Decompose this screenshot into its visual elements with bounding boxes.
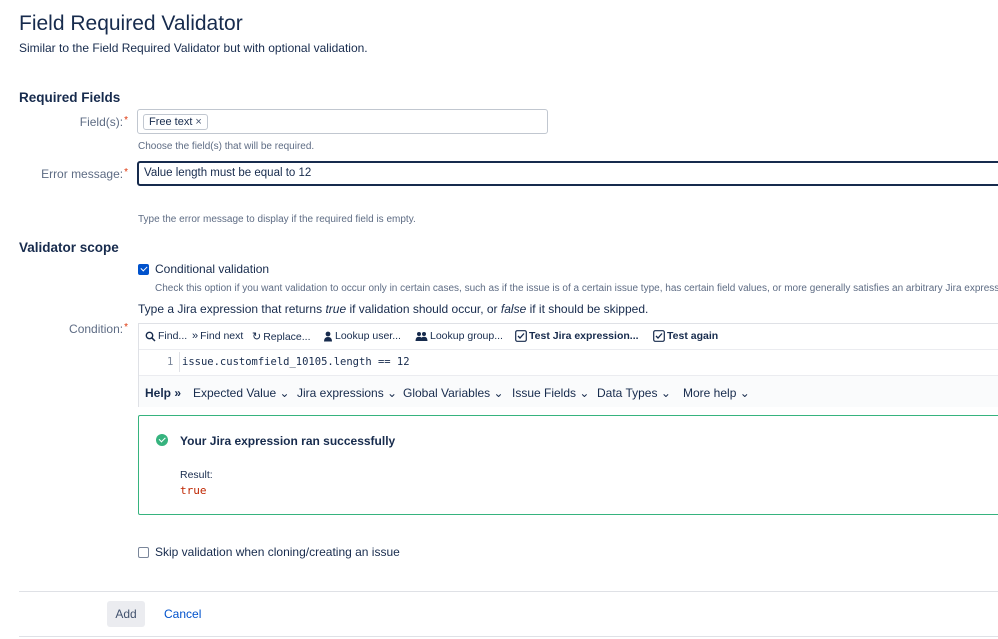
expression-editor: Find... » Find next ↻ Replace... Lookup … [138, 323, 998, 407]
search-icon [145, 331, 156, 342]
expression-result-panel: Your Jira expression ran successfully Re… [138, 415, 998, 515]
condition-label: Condition:* [0, 322, 128, 336]
chevron-down-icon: ⌄ [739, 386, 750, 400]
expected-value-menu[interactable]: Expected Value ⌄ [193, 386, 290, 400]
test-expression-button[interactable]: Test Jira expression... [515, 330, 639, 342]
find-next-label: Find next [200, 330, 244, 342]
line-number: 1 [167, 356, 174, 368]
error-message-input[interactable]: Value length must be equal to 12 [137, 161, 998, 186]
lookup-group-button[interactable]: Lookup group... [415, 330, 503, 342]
checklist-icon [515, 330, 527, 342]
remove-tag-icon[interactable]: × [195, 115, 201, 129]
editor-toolbar: Find... » Find next ↻ Replace... Lookup … [139, 324, 998, 350]
fields-help-text: Choose the field(s) that will be require… [138, 141, 315, 152]
result-value: true [180, 484, 207, 497]
more-help-label: More help [683, 386, 737, 400]
error-message-help-text: Type the error message to display if the… [138, 214, 416, 225]
footer-divider [19, 591, 998, 592]
skip-validation-option[interactable]: Skip validation when cloning/creating an… [138, 545, 400, 559]
field-tag-label: Free text [149, 116, 193, 128]
fields-label-text: Field(s): [79, 115, 124, 129]
gutter-divider [179, 352, 180, 372]
page-title: Field Required Validator [19, 12, 243, 35]
user-icon [324, 331, 332, 341]
prompt-after: if it should be skipped. [526, 302, 649, 316]
lookup-group-label: Lookup group... [430, 330, 503, 342]
chevron-down-icon: ⌄ [387, 386, 398, 400]
skip-validation-checkbox[interactable] [138, 546, 149, 558]
conditional-validation-checkbox[interactable] [138, 263, 149, 275]
fields-select[interactable]: Free text × [137, 109, 548, 134]
required-asterisk: * [124, 167, 128, 178]
data-types-menu[interactable]: Data Types ⌄ [597, 386, 671, 400]
find-label: Find... [158, 330, 188, 342]
chevron-down-icon: ⌄ [579, 386, 590, 400]
test-again-label: Test again [667, 330, 719, 342]
replace-button[interactable]: ↻ Replace... [252, 330, 311, 344]
group-icon [415, 331, 428, 341]
conditional-validation-help-text: Check this option if you want validation… [155, 283, 998, 294]
code-area[interactable]: 1 issue.customfield_10105.length == 12 [139, 350, 998, 374]
prompt-before: Type a Jira expression that returns [138, 302, 326, 316]
required-asterisk: * [124, 322, 128, 333]
expression-prompt: Type a Jira expression that returns true… [138, 302, 648, 316]
result-label: Result: [180, 469, 213, 481]
replace-icon: ↻ [252, 331, 262, 343]
result-title: Your Jira expression ran successfully [180, 434, 396, 448]
required-asterisk: * [124, 115, 128, 126]
prompt-middle: if validation should occur, or [346, 302, 501, 316]
more-help-menu[interactable]: More help ⌄ [683, 386, 750, 400]
global-variables-menu[interactable]: Global Variables ⌄ [403, 386, 504, 400]
global-variables-label: Global Variables [403, 386, 491, 400]
chevron-down-icon: ⌄ [493, 386, 504, 400]
test-expression-label: Test Jira expression... [529, 330, 639, 342]
jira-expressions-label: Jira expressions [297, 386, 384, 400]
error-message-label-text: Error message: [41, 167, 124, 181]
find-next-button[interactable]: » Find next [192, 330, 243, 342]
help-bar: Help » Expected Value ⌄ Jira expressions… [139, 375, 998, 407]
issue-fields-menu[interactable]: Issue Fields ⌄ [512, 386, 589, 400]
double-chevron-right-icon: » [174, 386, 182, 400]
prompt-true: true [325, 302, 347, 316]
issue-fields-label: Issue Fields [512, 386, 577, 400]
conditional-validation-label: Conditional validation [155, 262, 270, 276]
validator-scope-heading: Validator scope [19, 240, 119, 255]
skip-validation-label: Skip validation when cloning/creating an… [155, 545, 400, 559]
expected-value-label: Expected Value [193, 386, 277, 400]
page-subtitle: Similar to the Field Required Validator … [19, 41, 368, 55]
bottom-divider [19, 636, 998, 637]
condition-label-text: Condition: [69, 322, 124, 336]
data-types-label: Data Types [597, 386, 658, 400]
help-menu[interactable]: Help » [145, 386, 181, 400]
checklist-icon [653, 330, 665, 342]
field-tag: Free text × [143, 114, 208, 130]
chevron-down-icon: ⌄ [660, 386, 671, 400]
fields-label: Field(s):* [0, 115, 128, 129]
error-message-label: Error message:* [0, 167, 128, 181]
check-circle-icon [156, 434, 168, 446]
prompt-false: false [500, 302, 527, 316]
replace-label: Replace... [263, 330, 311, 343]
expression-code[interactable]: issue.customfield_10105.length == 12 [182, 356, 410, 368]
help-label: Help [145, 386, 172, 400]
lookup-user-button[interactable]: Lookup user... [323, 330, 401, 342]
chevron-down-icon: ⌄ [279, 386, 290, 400]
required-fields-heading: Required Fields [19, 90, 121, 105]
lookup-user-label: Lookup user... [335, 330, 401, 342]
double-chevron-right-icon: » [192, 330, 199, 342]
find-button[interactable]: Find... [145, 330, 187, 342]
add-button[interactable]: Add [107, 601, 145, 627]
cancel-link[interactable]: Cancel [164, 607, 201, 621]
conditional-validation-option[interactable]: Conditional validation [138, 262, 269, 276]
jira-expressions-menu[interactable]: Jira expressions ⌄ [297, 386, 397, 400]
test-again-button[interactable]: Test again [653, 330, 718, 342]
